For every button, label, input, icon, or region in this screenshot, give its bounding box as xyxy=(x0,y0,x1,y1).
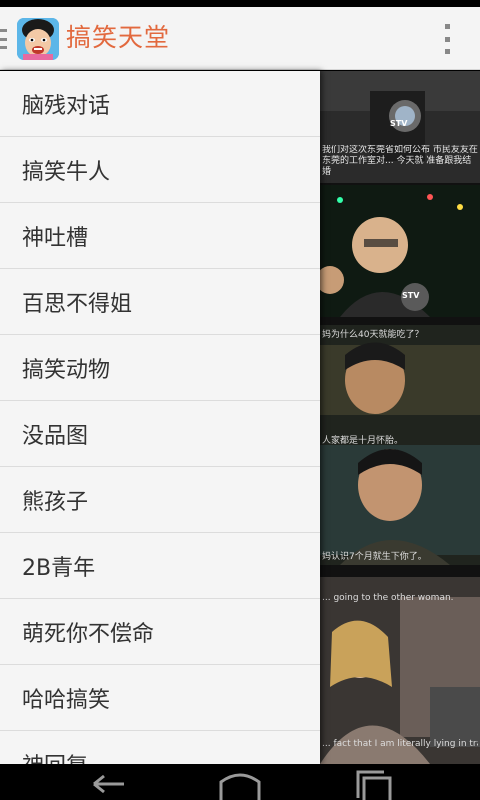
back-icon[interactable] xyxy=(84,770,130,800)
action-bar: 搞笑天堂 xyxy=(0,7,480,70)
drawer-toggle-icon[interactable] xyxy=(0,29,8,49)
drawer-item[interactable]: 2B青年 xyxy=(0,533,320,599)
feed-caption: ... going to the other woman. xyxy=(322,593,454,603)
recent-apps-icon[interactable] xyxy=(352,770,398,800)
drawer-item-label: 神吐槽 xyxy=(22,225,89,251)
drawer-item[interactable]: 百思不得姐 xyxy=(0,269,320,335)
drawer-item-label: 哈哈搞笑 xyxy=(22,687,111,713)
system-navigation-bar xyxy=(0,764,480,800)
feed-caption: 人家都是十月怀胎。 xyxy=(322,436,404,446)
drawer-item-label: 搞笑动物 xyxy=(22,357,111,383)
home-icon[interactable] xyxy=(215,770,265,800)
feed-image[interactable]: 我们对这次东莞省如何公布 市民友友在东莞的工作室对... 今天就 准备跟我结婚 … xyxy=(320,71,480,183)
status-bar xyxy=(0,0,480,7)
feed-image-photo xyxy=(320,185,480,317)
app-logo[interactable] xyxy=(17,18,59,60)
feed-caption: 妈为什么40天就能吃了？ xyxy=(322,330,424,340)
drawer-item[interactable]: 神回复 xyxy=(0,731,320,765)
cartoon-face-icon xyxy=(17,18,59,60)
feed-caption: ... fact that I am literally lying in tr… xyxy=(322,739,478,749)
drawer-item[interactable]: 没品图 xyxy=(0,401,320,467)
feed-caption: 妈认识7个月就生下你了。 xyxy=(322,552,427,562)
drawer-item-label: 萌死你不偿命 xyxy=(22,621,155,647)
content-feed: 我们对这次东莞省如何公布 市民友友在东莞的工作室对... 今天就 准备跟我结婚 … xyxy=(320,71,480,764)
feed-image[interactable]: 妈为什么40天就能吃了？ 人家都是十月怀胎。 妈认识7个月就生下你了。 xyxy=(320,325,480,565)
drawer-item[interactable]: 萌死你不偿命 xyxy=(0,599,320,665)
feed-image[interactable]: STV xyxy=(320,185,480,317)
drawer-item[interactable]: 搞笑牛人 xyxy=(0,137,320,203)
drawer-item[interactable]: 哈哈搞笑 xyxy=(0,665,320,731)
drawer-item[interactable]: 脑残对话 xyxy=(0,71,320,137)
feed-image-photo xyxy=(320,577,480,764)
tv-logo: STV xyxy=(402,291,420,300)
drawer-item-label: 脑残对话 xyxy=(22,93,111,119)
navigation-drawer: 脑残对话 搞笑牛人 神吐槽 百思不得姐 搞笑动物 没品图 熊孩子 2B青年 萌死… xyxy=(0,71,320,764)
drawer-item[interactable]: 搞笑动物 xyxy=(0,335,320,401)
drawer-item-label: 没品图 xyxy=(22,423,89,449)
drawer-item[interactable]: 熊孩子 xyxy=(0,467,320,533)
drawer-item-label: 熊孩子 xyxy=(22,489,89,515)
feed-caption: 我们对这次东莞省如何公布 市民友友在东莞的工作室对... 今天就 准备跟我结婚 xyxy=(322,145,478,177)
drawer-item-label: 搞笑牛人 xyxy=(22,159,111,185)
overflow-menu-icon[interactable] xyxy=(441,24,453,54)
drawer-item[interactable]: 神吐槽 xyxy=(0,203,320,269)
app-title: 搞笑天堂 xyxy=(66,23,171,52)
tv-logo: STV xyxy=(390,119,408,128)
feed-image[interactable]: ... going to the other woman. ... fact t… xyxy=(320,577,480,764)
drawer-item-label: 神回复 xyxy=(22,748,88,765)
drawer-item-label: 2B青年 xyxy=(22,555,96,581)
drawer-item-label: 百思不得姐 xyxy=(22,291,133,317)
